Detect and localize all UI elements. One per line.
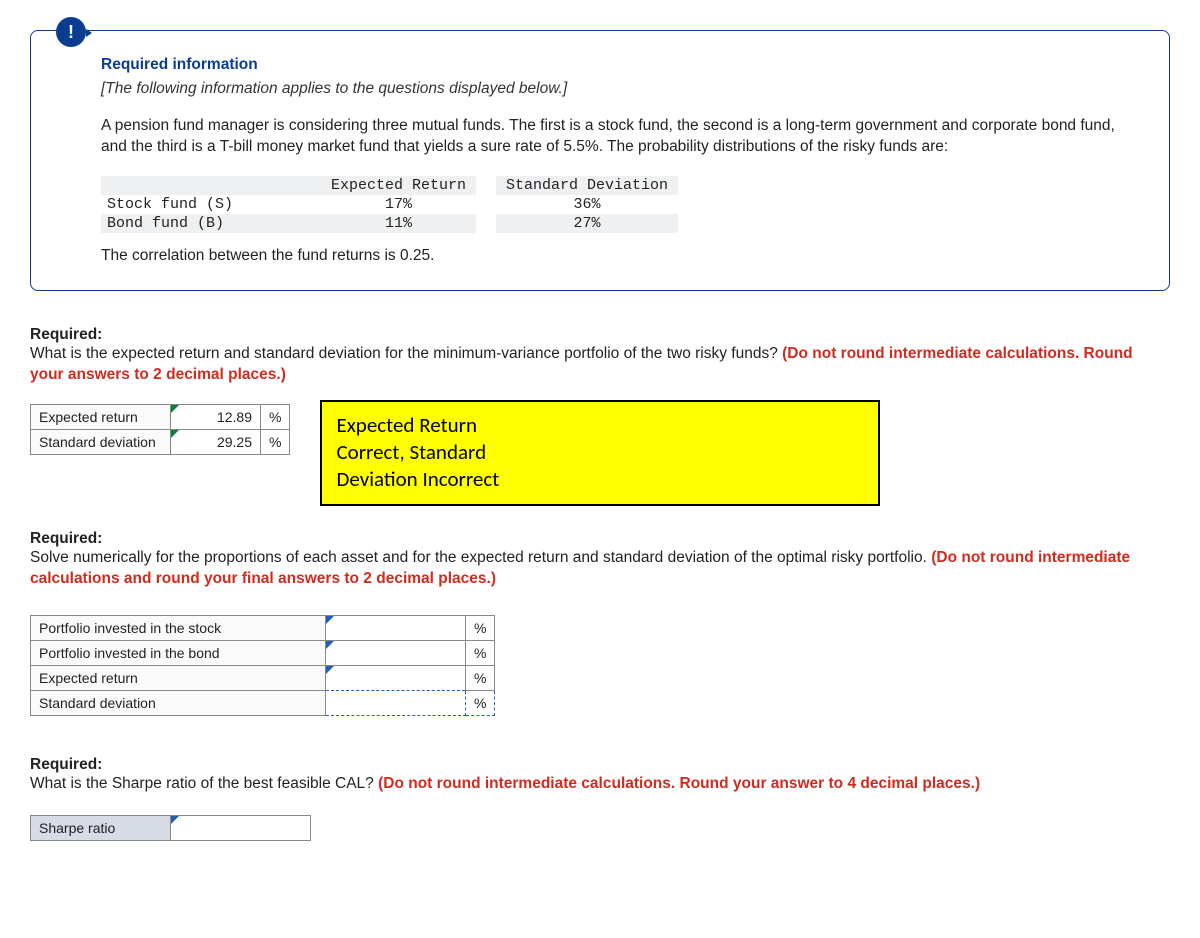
problem-statement: A pension fund manager is considering th… [101, 116, 1134, 158]
required-label: Required: [30, 326, 1170, 344]
row-label: Expected return [31, 666, 326, 691]
required-label: Required: [30, 530, 1170, 548]
row-label-sharpe: Sharpe ratio [31, 816, 171, 841]
standard-deviation-input[interactable]: 29.25 [171, 429, 261, 454]
row-label-standard-deviation: Standard deviation [31, 429, 171, 454]
distribution-table: Expected Return Standard Deviation Stock… [101, 176, 678, 233]
question-3-text: What is the Sharpe ratio of the best fea… [30, 774, 1170, 795]
percent-unit: % [466, 641, 495, 666]
question-2-text: Solve numerically for the proportions of… [30, 548, 1170, 590]
answer-table-q2: Portfolio invested in the stock % Portfo… [30, 615, 495, 716]
fund-standard-deviation: 27% [496, 214, 678, 233]
hint-triangle-icon [326, 616, 334, 624]
percent-unit: % [466, 616, 495, 641]
col-header-expected-return: Expected Return [321, 176, 476, 195]
row-label-expected-return: Expected return [31, 404, 171, 429]
percent-unit: % [261, 404, 290, 429]
standard-deviation-input[interactable] [326, 691, 466, 716]
hint-triangle-icon [326, 641, 334, 649]
correlation-text: The correlation between the fund returns… [101, 247, 1134, 265]
hint-triangle-icon [171, 816, 179, 824]
fund-expected-return: 11% [321, 214, 476, 233]
hint-triangle-icon [326, 666, 334, 674]
percent-unit: % [466, 691, 495, 716]
percent-unit: % [261, 429, 290, 454]
answer-table-q1: Expected return 12.89 % Standard deviati… [30, 404, 290, 455]
fund-name: Stock fund (S) [101, 195, 321, 214]
percent-unit: % [466, 666, 495, 691]
required-information-box: ! Required information [The following in… [30, 30, 1170, 291]
question-plain: What is the expected return and standard… [30, 345, 782, 362]
portfolio-stock-input[interactable] [326, 616, 466, 641]
question-1-text: What is the expected return and standard… [30, 344, 1170, 386]
fund-expected-return: 17% [321, 195, 476, 214]
portfolio-bond-input[interactable] [326, 641, 466, 666]
alert-icon: ! [56, 17, 86, 47]
applies-note: [The following information applies to th… [101, 80, 1134, 98]
col-header-standard-deviation: Standard Deviation [496, 176, 678, 195]
feedback-callout: Expected Return Correct, Standard Deviat… [320, 400, 880, 506]
answer-table-q3: Sharpe ratio [30, 815, 311, 841]
required-information-heading: Required information [101, 56, 1134, 74]
row-label: Standard deviation [31, 691, 326, 716]
hint-triangle-icon [171, 430, 179, 438]
question-plain: Solve numerically for the proportions of… [30, 549, 931, 566]
question-instruction: (Do not round intermediate calculations.… [378, 775, 980, 792]
sharpe-ratio-input[interactable] [171, 816, 311, 841]
fund-standard-deviation: 36% [496, 195, 678, 214]
hint-triangle-icon [171, 405, 179, 413]
question-plain: What is the Sharpe ratio of the best fea… [30, 775, 378, 792]
required-label: Required: [30, 756, 1170, 774]
expected-return-input[interactable]: 12.89 [171, 404, 261, 429]
row-label: Portfolio invested in the bond [31, 641, 326, 666]
fund-name: Bond fund (B) [101, 214, 321, 233]
expected-return-input[interactable] [326, 666, 466, 691]
row-label: Portfolio invested in the stock [31, 616, 326, 641]
